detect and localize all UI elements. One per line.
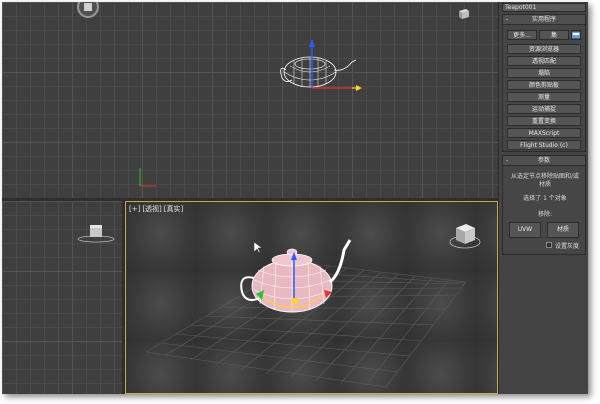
max-window: [+] [透视] [真实] Teapot001 - 实用程序 更多... 集 资… bbox=[2, 2, 588, 394]
perspective-match-button[interactable]: 透视匹配 bbox=[507, 56, 581, 66]
reset-xform-button[interactable]: 重置变换 bbox=[507, 116, 581, 126]
collapse-button[interactable]: 塌陷 bbox=[507, 68, 581, 78]
color-clipboard-button[interactable]: 颜色剪贴板 bbox=[507, 80, 581, 90]
viewcube-top-icon[interactable] bbox=[457, 5, 471, 19]
teapot-top-wireframe[interactable] bbox=[272, 34, 362, 99]
parameters-title: 参数 bbox=[537, 157, 550, 164]
command-panel: Teapot001 - 实用程序 更多... 集 资源浏览器 透视匹配 塌陷 颜… bbox=[498, 2, 588, 394]
viewport-front[interactable] bbox=[2, 201, 122, 394]
flight-studio-button[interactable]: Flight Studio (c) bbox=[507, 140, 581, 150]
parameters-rollout-header[interactable]: - 参数 bbox=[503, 156, 585, 166]
collapse-toggle[interactable]: - bbox=[506, 156, 508, 166]
uvw-button[interactable]: UVW bbox=[509, 222, 541, 238]
utilities-rollout-header[interactable]: - 实用程序 bbox=[503, 15, 585, 25]
viewcube-perspective-icon[interactable] bbox=[448, 218, 482, 252]
set-real-checkbox[interactable] bbox=[546, 242, 552, 248]
object-name-field[interactable]: Teapot001 bbox=[502, 3, 586, 12]
viewport-perspective[interactable]: [+] [透视] [真实] bbox=[125, 201, 498, 394]
parameters-rollout: - 参数 从选定节点移除贴图和/或 材质 选择了 1 个对象 移除: UVW 材… bbox=[502, 155, 586, 255]
set-real-label: 设置灰度 bbox=[555, 243, 580, 250]
viewport-top[interactable] bbox=[2, 2, 498, 198]
selection-count-text: 选择了 1 个对象 bbox=[523, 195, 567, 202]
world-axis-top bbox=[139, 168, 156, 187]
material-button[interactable]: 材质 bbox=[547, 222, 579, 238]
configure-sets-icon[interactable] bbox=[571, 30, 581, 40]
collapse-toggle[interactable]: - bbox=[506, 15, 508, 25]
motion-capture-button[interactable]: 运动捕捉 bbox=[507, 104, 581, 114]
remove-label: 移除: bbox=[537, 211, 553, 218]
more-button[interactable]: 更多... bbox=[507, 30, 537, 40]
steering-wheel-icon[interactable] bbox=[77, 2, 99, 18]
asset-browser-button[interactable]: 资源浏览器 bbox=[507, 44, 581, 54]
maxscript-button[interactable]: MAXScript bbox=[507, 128, 581, 138]
viewcube-front-icon[interactable] bbox=[76, 221, 116, 243]
measure-button[interactable]: 测量 bbox=[507, 92, 581, 102]
sets-button[interactable]: 集 bbox=[539, 30, 569, 40]
utilities-title: 实用程序 bbox=[531, 16, 556, 23]
utilities-rollout: - 实用程序 更多... 集 资源浏览器 透视匹配 塌陷 颜色剪贴板 测量 运动… bbox=[502, 14, 586, 152]
mouse-cursor-icon bbox=[254, 242, 262, 254]
description-line-2: 材质 bbox=[538, 181, 551, 188]
